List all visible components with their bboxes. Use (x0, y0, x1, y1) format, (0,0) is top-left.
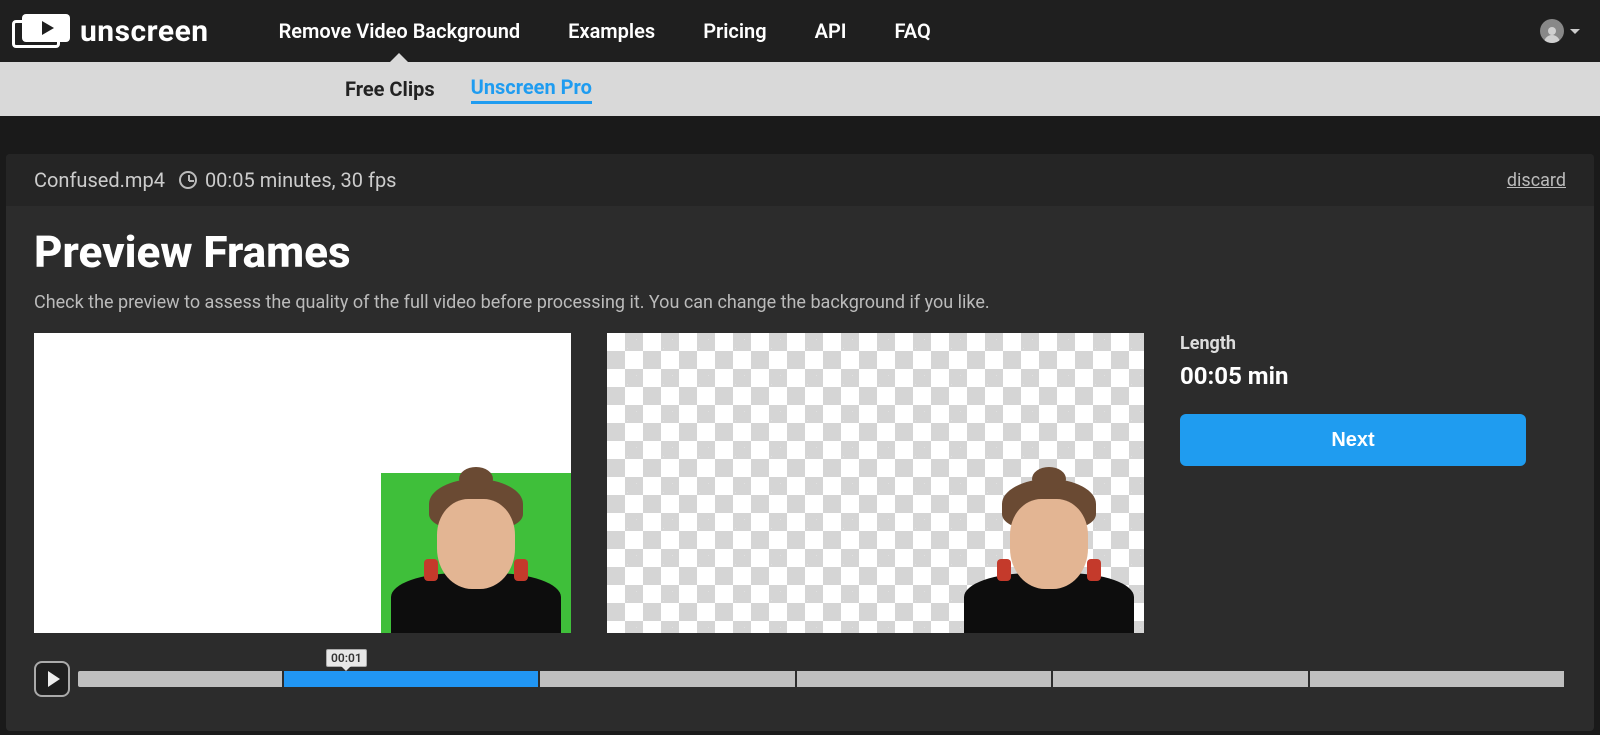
nav-api[interactable]: API (815, 19, 847, 43)
sidebar: Length 00:05 min Next (1180, 333, 1526, 466)
length-value: 00:05 min (1180, 362, 1526, 390)
play-icon (48, 671, 60, 687)
subnav-free-clips[interactable]: Free Clips (345, 77, 435, 101)
timeline-segment[interactable] (1310, 671, 1566, 687)
brand-name: unscreen (80, 14, 209, 49)
timeline-segment[interactable] (78, 671, 284, 687)
timeline-segment-active[interactable] (284, 671, 540, 687)
length-label: Length (1180, 333, 1526, 354)
logo-mark-icon (12, 14, 70, 48)
play-button[interactable] (34, 661, 70, 697)
timeline-segment[interactable] (540, 671, 796, 687)
file-name: Confused.mp4 (34, 168, 165, 192)
nav-examples[interactable]: Examples (568, 19, 655, 43)
preview-removed (607, 333, 1144, 633)
nav-remove-bg[interactable]: Remove Video Background (279, 19, 521, 43)
clock-icon (179, 171, 197, 189)
timeline-marker-label: 00:01 (326, 649, 367, 667)
timeline-segment[interactable] (797, 671, 1053, 687)
nav-faq[interactable]: FAQ (895, 19, 931, 43)
timeline-row: 00:01 (34, 661, 1566, 697)
timeline[interactable]: 00:01 (78, 671, 1566, 687)
timeline-segment[interactable] (1053, 671, 1309, 687)
sub-nav: Free Clips Unscreen Pro (0, 62, 1600, 116)
preview-original (34, 333, 571, 633)
subnav-unscreen-pro[interactable]: Unscreen Pro (471, 75, 592, 104)
next-button[interactable]: Next (1180, 414, 1526, 466)
user-avatar-icon (1540, 19, 1564, 43)
discard-link[interactable]: discard (1507, 170, 1566, 191)
panel-header: Confused.mp4 00:05 minutes, 30 fps disca… (6, 154, 1594, 206)
original-frame-thumb (381, 473, 571, 633)
user-menu[interactable] (1540, 19, 1580, 43)
top-navbar: unscreen Remove Video Background Example… (0, 0, 1600, 62)
nav-pricing[interactable]: Pricing (703, 19, 766, 43)
primary-nav: Remove Video Background Examples Pricing… (279, 19, 931, 43)
page-subtitle: Check the preview to assess the quality … (34, 292, 1566, 313)
chevron-down-icon (1570, 29, 1580, 34)
file-meta: 00:05 minutes, 30 fps (205, 168, 397, 192)
removed-frame-thumb (954, 473, 1144, 633)
brand-logo[interactable]: unscreen (12, 14, 209, 49)
page-title: Preview Frames (34, 226, 1566, 278)
main-panel: Confused.mp4 00:05 minutes, 30 fps disca… (6, 154, 1594, 731)
